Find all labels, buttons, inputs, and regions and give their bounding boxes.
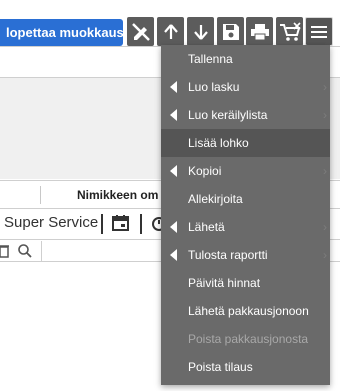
menu-item-label: Tallenna (188, 52, 233, 66)
column-header-item-name[interactable]: Nimikkeen om (77, 188, 158, 202)
menu-item-send[interactable]: Lähetä › (161, 213, 330, 241)
arrow-down-icon (193, 24, 208, 40)
chevron-right-icon: › (323, 108, 327, 122)
menu-item-copy[interactable]: Kopioi › (161, 157, 330, 185)
chevron-right-icon: › (323, 248, 327, 262)
chevron-right-icon: › (323, 220, 327, 234)
menu-item-label: Tulosta raportti (188, 248, 268, 262)
chevron-right-icon: › (323, 164, 327, 178)
menu-item-label: Allekirjoita (188, 192, 243, 206)
service-label[interactable]: Super Service (4, 214, 98, 231)
search-icon[interactable] (17, 243, 33, 259)
submenu-arrow-icon (170, 249, 177, 261)
menu-item-label: Lähetä (188, 220, 225, 234)
menu-item-save[interactable]: Tallenna (161, 45, 330, 73)
menu-toggle-button[interactable] (305, 17, 333, 46)
trash-icon[interactable] (0, 243, 10, 259)
separator (140, 214, 142, 234)
print-icon (250, 23, 269, 40)
calendar-icon[interactable] (111, 213, 131, 233)
menu-item-create-picking-list[interactable]: Luo keräilylista › (161, 101, 330, 129)
menu-item-label: Päivitä hinnat (188, 276, 261, 290)
move-up-button[interactable] (157, 17, 184, 46)
chevron-right-icon: › (323, 80, 327, 94)
separator (101, 214, 103, 234)
remove-edit-icon (131, 22, 150, 41)
menu-item-label: Lisää lohko (188, 136, 249, 150)
column-separator (40, 186, 41, 204)
menu-item-label: Luo lasku (188, 80, 240, 94)
move-down-button[interactable] (187, 17, 214, 46)
menu-item-label: Poista tilaus (188, 360, 253, 374)
menu-item-create-invoice[interactable]: Luo lasku › (161, 73, 330, 101)
hamburger-menu-icon (311, 25, 327, 38)
submenu-arrow-icon (170, 165, 177, 177)
actions-dropdown-menu: Tallenna Luo lasku › Luo keräilylista › … (161, 45, 330, 385)
submenu-arrow-icon (170, 109, 177, 121)
menu-item-label: Poista pakkausjonosta (188, 332, 309, 346)
menu-item-send-to-packing-queue[interactable]: Lähetä pakkausjonoon (161, 297, 330, 325)
menu-item-add-block[interactable]: Lisää lohko (161, 129, 330, 157)
menu-item-remove-from-packing-queue: Poista pakkausjonosta (161, 325, 330, 353)
cart-button[interactable] (276, 17, 303, 46)
menu-item-delete-order[interactable]: Poista tilaus (161, 353, 330, 381)
menu-item-label: Lähetä pakkausjonoon (188, 304, 309, 318)
menu-item-update-prices[interactable]: Päivitä hinnat (161, 269, 330, 297)
menu-item-print-report[interactable]: Tulosta raportti › (161, 241, 330, 269)
remove-edit-button[interactable] (127, 17, 154, 46)
save-button[interactable] (217, 17, 244, 46)
menu-item-sign[interactable]: Allekirjoita (161, 185, 330, 213)
filter-column-divider (41, 241, 42, 261)
stop-editing-label: lopettaa muokkaus (6, 25, 123, 40)
stop-editing-button[interactable]: lopettaa muokkaus (0, 19, 123, 46)
print-button[interactable] (246, 17, 273, 46)
arrow-up-icon (163, 23, 178, 39)
submenu-arrow-icon (170, 81, 177, 93)
save-icon (222, 23, 239, 40)
submenu-arrow-icon (170, 221, 177, 233)
toolbar: lopettaa muokkaus (0, 0, 340, 46)
cart-icon (279, 21, 301, 41)
menu-item-label: Luo keräilylista (188, 108, 268, 122)
menu-item-label: Kopioi (188, 164, 222, 178)
